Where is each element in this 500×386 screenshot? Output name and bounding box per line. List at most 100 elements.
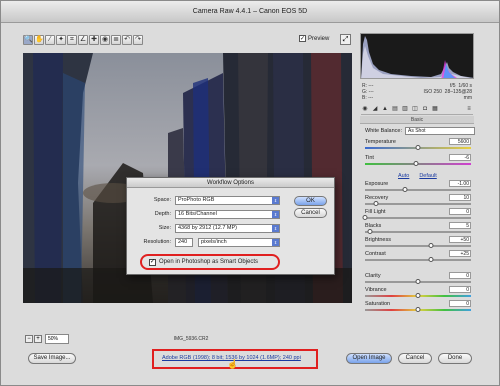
preview-toggle[interactable]: ✓ Preview — [299, 35, 329, 42]
white-balance-row: White Balance: As Shot — [365, 127, 475, 135]
fill-light-slider[interactable] — [362, 215, 471, 220]
hand-tool-icon[interactable]: ✋ — [34, 35, 44, 45]
depth-select[interactable]: 16 Bits/Channel ⇕ — [175, 210, 280, 219]
tab-detail-icon[interactable]: ▲ — [381, 105, 389, 113]
resolution-unit-select[interactable]: pixels/inch ⇕ — [198, 238, 280, 247]
temperature-slider[interactable] — [365, 145, 471, 150]
ok-button[interactable]: OK — [294, 196, 327, 206]
exposure-value[interactable]: -1.00 — [449, 180, 471, 187]
tint-slider[interactable] — [365, 161, 471, 166]
vibrance-slider[interactable] — [365, 293, 471, 298]
pointer-hand-icon: ☝ — [227, 359, 239, 369]
select-arrow-icon: ⇕ — [272, 225, 279, 232]
fill-light-slider-thumb[interactable] — [362, 215, 368, 220]
tint-slider-thumb[interactable] — [413, 161, 419, 166]
default-link[interactable]: Default — [419, 173, 436, 179]
crop-tool-icon[interactable]: ⌗ — [67, 35, 77, 45]
pixel-readout: R: --- G: --- B: --- f/5 1/60 s ISO 250 … — [362, 83, 472, 103]
space-row: Space: ProPhoto RGB ⇕ — [154, 196, 280, 205]
recovery-label: Recovery — [365, 195, 389, 201]
preview-checkbox[interactable]: ✓ — [299, 35, 306, 42]
tab-tone-curve-icon[interactable]: ◢ — [371, 105, 379, 113]
histogram — [360, 33, 474, 79]
white-balance-tool-icon[interactable]: ⁄ — [45, 35, 55, 45]
exposure-slider-thumb[interactable] — [402, 187, 408, 192]
lens: 28–135@28 mm — [444, 89, 472, 101]
brightness-slider[interactable] — [365, 243, 471, 248]
brightness-label: Brightness — [365, 237, 391, 243]
blacks-value[interactable]: 5 — [449, 222, 471, 229]
brightness-value[interactable]: +50 — [449, 236, 471, 243]
recovery-slider-thumb[interactable] — [373, 201, 379, 206]
brightness-slider-thumb[interactable] — [428, 243, 434, 248]
zoom-out-button[interactable]: − — [25, 335, 33, 343]
readout-b-label: B: — [362, 95, 367, 101]
resolution-input[interactable]: 240 — [175, 238, 193, 247]
blacks-slider[interactable] — [365, 229, 471, 234]
zoom-tool-icon[interactable]: 🔍 — [23, 35, 33, 45]
contrast-slider[interactable] — [365, 257, 471, 262]
tab-camera-calibration-icon[interactable]: ◘ — [421, 105, 429, 113]
basic-panel: White Balance: As Shot Auto Default Temp… — [360, 125, 475, 325]
red-eye-tool-icon[interactable]: ◉ — [100, 35, 110, 45]
vibrance-label: Vibrance — [365, 287, 387, 293]
fill-light-label: Fill Light — [365, 209, 386, 215]
saturation-slider-thumb[interactable] — [415, 307, 421, 312]
clarity-slider-thumb[interactable] — [415, 279, 421, 284]
white-balance-select[interactable]: As Shot — [405, 127, 475, 135]
zoom-level-select[interactable]: 50% — [45, 334, 69, 344]
rotate-cw-icon[interactable]: ↷ — [133, 35, 143, 45]
smart-objects-checkbox[interactable]: ✓ — [149, 259, 156, 266]
auto-default-links: Auto Default — [398, 173, 437, 179]
preferences-icon[interactable]: ≣ — [111, 35, 121, 45]
smart-objects-highlight: ✓ Open in Photoshop as Smart Objects — [140, 254, 280, 270]
size-select[interactable]: 4368 by 2912 (12.7 MP) ⇕ — [175, 224, 280, 233]
retouch-tool-icon[interactable]: ✚ — [89, 35, 99, 45]
blacks-slider-thumb[interactable] — [367, 229, 373, 234]
recovery-slider[interactable] — [365, 201, 471, 206]
tab-hsl-icon[interactable]: ▤ — [391, 105, 399, 113]
fill-light-value[interactable]: 0 — [449, 208, 471, 215]
space-value: ProPhoto RGB — [178, 197, 215, 203]
cancel-button[interactable]: Cancel — [294, 208, 327, 218]
space-select[interactable]: ProPhoto RGB ⇕ — [175, 196, 280, 205]
exposure-slider[interactable] — [365, 187, 471, 192]
vibrance-value[interactable]: 0 — [449, 286, 471, 293]
depth-value: 16 Bits/Channel — [178, 211, 217, 217]
depth-label: Depth: — [154, 211, 171, 217]
contrast-value[interactable]: +25 — [449, 250, 471, 257]
file-name: IMG_5936.CR2 — [173, 336, 209, 342]
saturation-slider[interactable] — [365, 307, 471, 312]
done-button[interactable]: Done — [438, 353, 472, 364]
rotate-ccw-icon[interactable]: ↶ — [122, 35, 132, 45]
tab-split-toning-icon[interactable]: ▥ — [401, 105, 409, 113]
select-arrow-icon: ⇕ — [272, 239, 279, 246]
workflow-options-dialog: Workflow Options Space: ProPhoto RGB ⇕ De… — [126, 177, 335, 275]
tab-lens-icon[interactable]: ◫ — [411, 105, 419, 113]
straighten-tool-icon[interactable]: ∠ — [78, 35, 88, 45]
clarity-value[interactable]: 0 — [449, 272, 471, 279]
zoom-in-button[interactable]: + — [34, 335, 42, 343]
temperature-slider-thumb[interactable] — [415, 145, 421, 150]
tint-value[interactable]: -6 — [449, 154, 471, 161]
fullscreen-icon[interactable]: ⤢ — [340, 34, 351, 45]
color-sampler-tool-icon[interactable]: ✦ — [56, 35, 66, 45]
recovery-value[interactable]: 10 — [449, 194, 471, 201]
vibrance-slider-thumb[interactable] — [415, 293, 421, 298]
saturation-label: Saturation — [365, 301, 391, 307]
tab-basic-icon[interactable]: ◉ — [361, 105, 369, 113]
open-image-button[interactable]: Open Image — [346, 353, 392, 364]
temperature-value[interactable]: 5600 — [449, 138, 471, 145]
clarity-slider[interactable] — [365, 279, 471, 284]
contrast-slider-thumb[interactable] — [428, 257, 434, 262]
toolbar: 🔍 ✋ ⁄ ✦ ⌗ ∠ ✚ ◉ ≣ ↶ ↷ — [23, 35, 143, 47]
panel-tabs: ◉ ◢ ▲ ▤ ▥ ◫ ◘ ▦ ≡ — [361, 105, 473, 115]
cancel-main-button[interactable]: Cancel — [398, 353, 432, 364]
saturation-value[interactable]: 0 — [449, 300, 471, 307]
tab-presets-icon[interactable]: ▦ — [431, 105, 439, 113]
resolution-unit-value: pixels/inch — [201, 239, 227, 245]
auto-link[interactable]: Auto — [398, 173, 409, 179]
save-image-button[interactable]: Save Image... — [28, 353, 76, 364]
smart-objects-label[interactable]: Open in Photoshop as Smart Objects — [159, 259, 258, 265]
panel-menu-icon[interactable]: ≡ — [465, 105, 473, 113]
